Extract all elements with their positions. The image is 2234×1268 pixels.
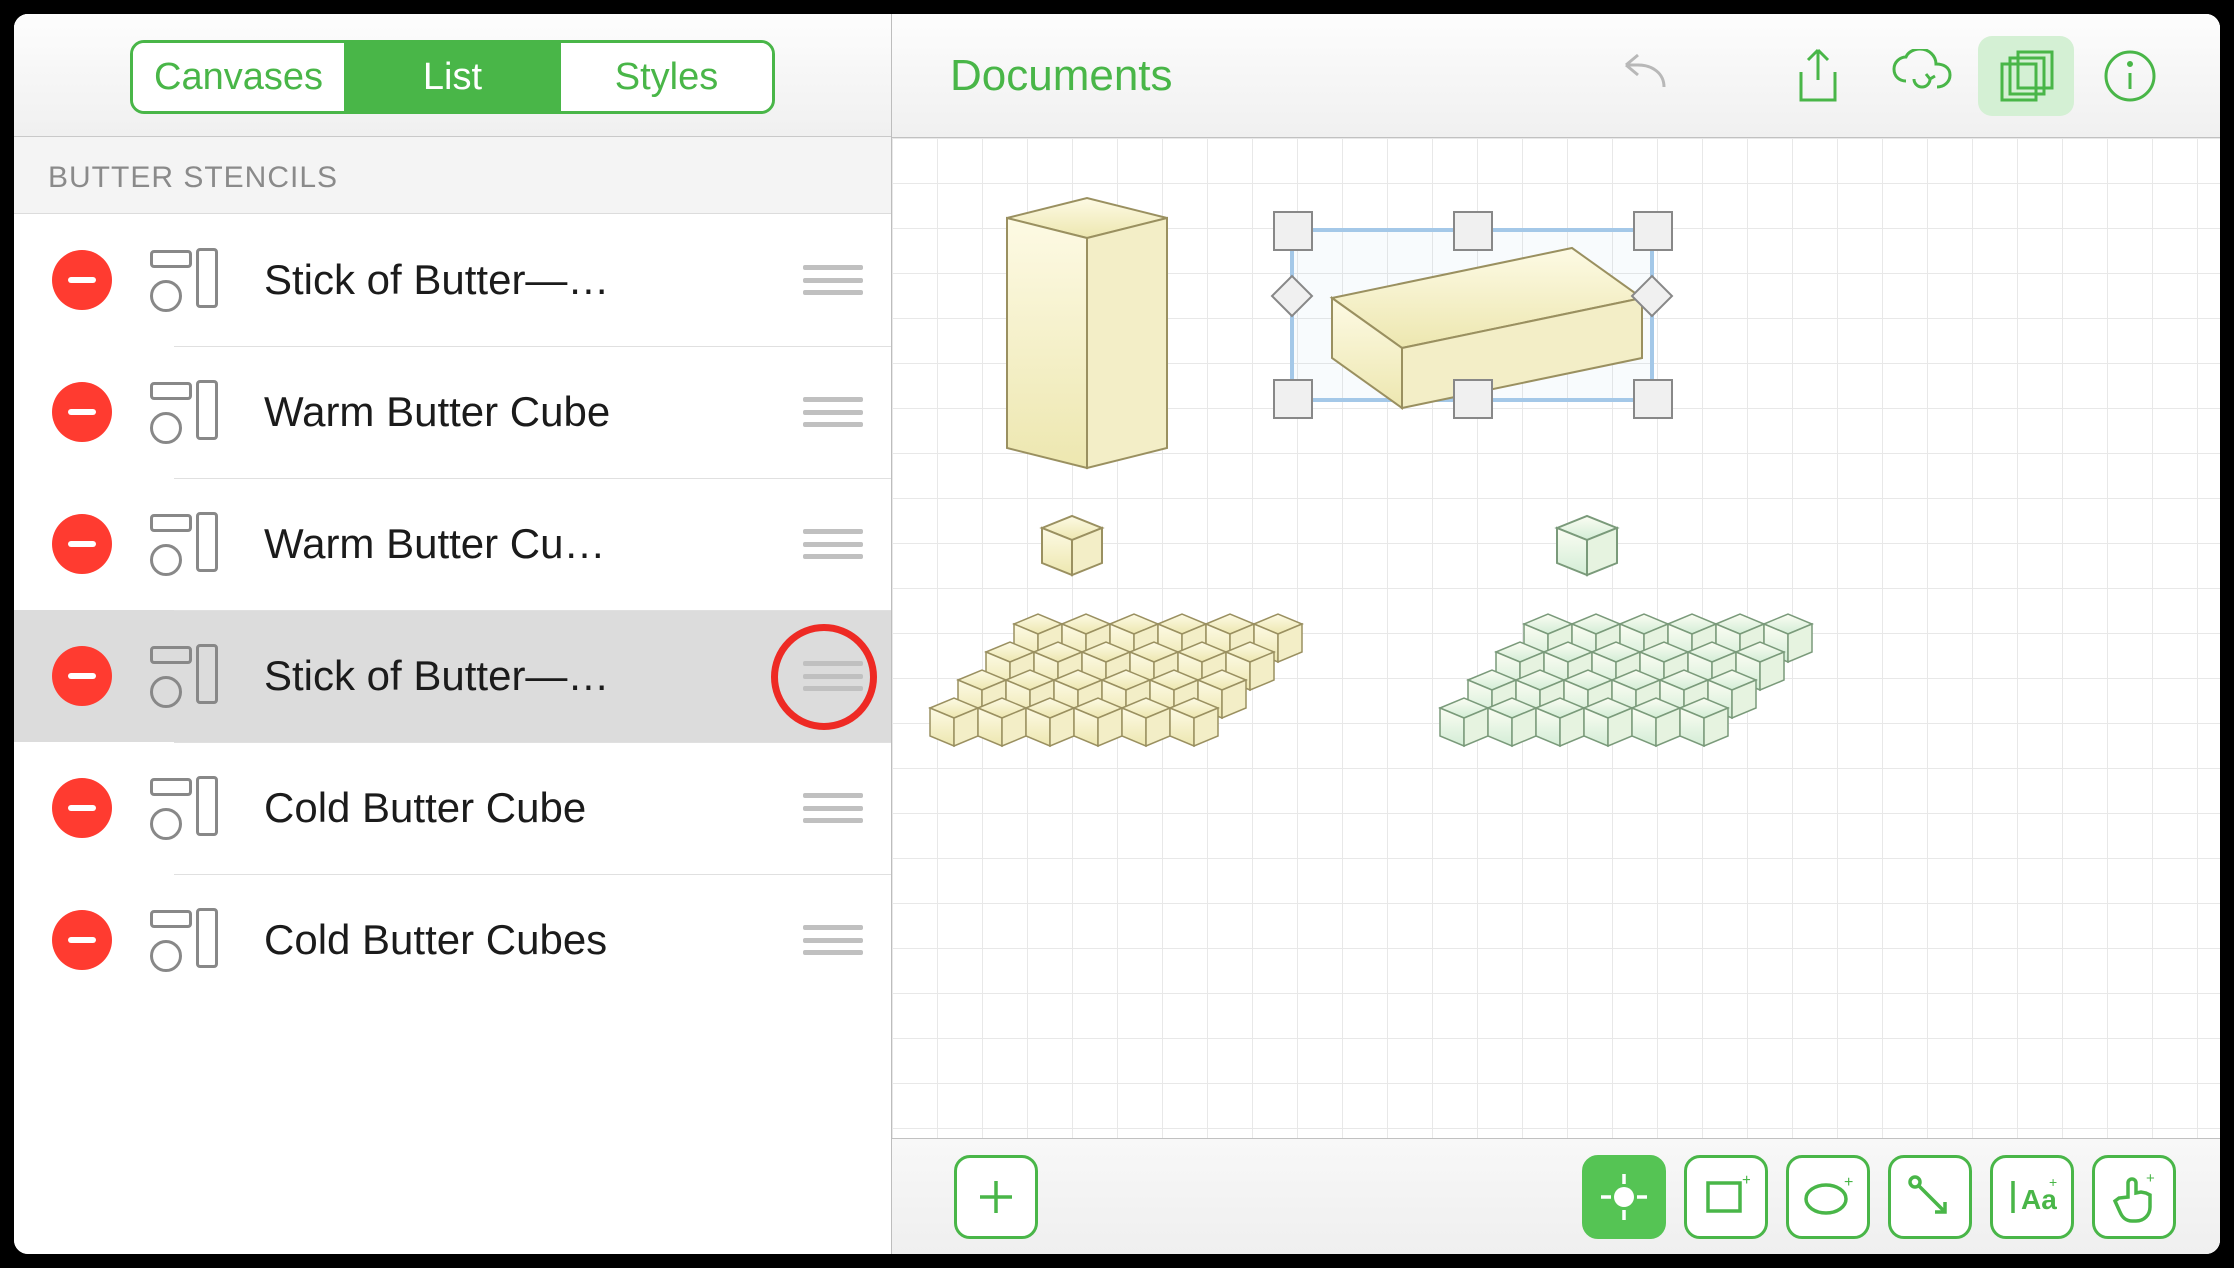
delete-button[interactable]	[52, 250, 112, 310]
list-item-label: Warm Butter Cube	[264, 388, 785, 436]
list-item[interactable]: Stick of Butter—…	[14, 610, 891, 742]
app-window: Canvases List Styles BUTTER STENCILS Sti…	[0, 0, 2234, 1268]
undo-button[interactable]	[1596, 36, 1692, 116]
drag-handle-icon[interactable]	[803, 529, 863, 559]
text-tool-button[interactable]: Aa+	[1990, 1155, 2074, 1239]
canvas[interactable]	[892, 138, 2220, 1138]
list-item[interactable]: Stick of Butter—…	[14, 214, 891, 346]
selection-tool-button[interactable]	[1582, 1155, 1666, 1239]
list-item[interactable]: Warm Butter Cube	[14, 346, 891, 478]
shape-stick-warm[interactable]	[1007, 198, 1167, 468]
stencil-group-icon	[144, 644, 224, 708]
add-shape-button[interactable]	[954, 1155, 1038, 1239]
list-item[interactable]: Warm Butter Cu…	[14, 478, 891, 610]
list-item-label: Warm Butter Cu…	[264, 520, 785, 568]
list-item-label: Stick of Butter—…	[264, 652, 785, 700]
right-pane: Documents	[892, 14, 2220, 1254]
stencil-group-icon	[144, 908, 224, 972]
stencil-group-icon	[144, 776, 224, 840]
tab-styles[interactable]: Styles	[558, 43, 772, 111]
tab-list[interactable]: List	[344, 43, 558, 111]
delete-button[interactable]	[52, 382, 112, 442]
drag-handle-icon[interactable]	[803, 265, 863, 295]
svg-text:+: +	[1742, 1173, 1750, 1189]
drag-handle-icon[interactable]	[803, 925, 863, 955]
stencils-icon[interactable]	[1978, 36, 2074, 116]
svg-text:+: +	[1844, 1175, 1853, 1191]
rectangle-tool-button[interactable]: +	[1684, 1155, 1768, 1239]
touch-tool-button[interactable]: +	[2092, 1155, 2176, 1239]
tab-canvases[interactable]: Canvases	[133, 43, 344, 111]
svg-text:+: +	[2049, 1175, 2057, 1190]
stencil-list: Stick of Butter—… Warm Butter Cube Warm Bu…	[14, 214, 891, 1254]
stencil-group-icon	[144, 248, 224, 312]
shape-cube-cold[interactable]	[1557, 516, 1617, 575]
stencil-group-icon	[144, 380, 224, 444]
segmented-control: Canvases List Styles	[130, 40, 775, 114]
info-icon[interactable]	[2082, 36, 2178, 116]
sync-icon[interactable]	[1874, 36, 1970, 116]
canvas-shapes	[892, 138, 2220, 1138]
drag-handle-icon[interactable]	[803, 661, 863, 691]
list-item[interactable]: Cold Butter Cubes	[14, 874, 891, 1006]
top-toolbar: Documents	[892, 14, 2220, 138]
share-icon[interactable]	[1770, 36, 1866, 116]
list-item[interactable]: Cold Butter Cube	[14, 742, 891, 874]
list-item-label: Cold Butter Cubes	[264, 916, 785, 964]
ellipse-tool-button[interactable]: +	[1786, 1155, 1870, 1239]
shape-cubes-cold[interactable]	[1440, 614, 1812, 746]
bottom-toolbar: + + Aa+ +	[892, 1138, 2220, 1254]
delete-button[interactable]	[52, 646, 112, 706]
svg-text:+: +	[2146, 1171, 2155, 1187]
list-item-label: Stick of Butter—…	[264, 256, 785, 304]
drag-handle-icon[interactable]	[803, 397, 863, 427]
segmented-control-wrap: Canvases List Styles	[14, 14, 891, 137]
shape-cubes-warm[interactable]	[930, 614, 1302, 746]
shape-cube-warm[interactable]	[1042, 516, 1102, 575]
delete-button[interactable]	[52, 910, 112, 970]
sidebar: Canvases List Styles BUTTER STENCILS Sti…	[14, 14, 892, 1254]
stencil-group-icon	[144, 512, 224, 576]
list-item-label: Cold Butter Cube	[264, 784, 785, 832]
delete-button[interactable]	[52, 778, 112, 838]
documents-button[interactable]: Documents	[950, 51, 1173, 101]
section-header: BUTTER STENCILS	[14, 137, 891, 214]
delete-button[interactable]	[52, 514, 112, 574]
drag-handle-icon[interactable]	[803, 793, 863, 823]
line-tool-button[interactable]	[1888, 1155, 1972, 1239]
